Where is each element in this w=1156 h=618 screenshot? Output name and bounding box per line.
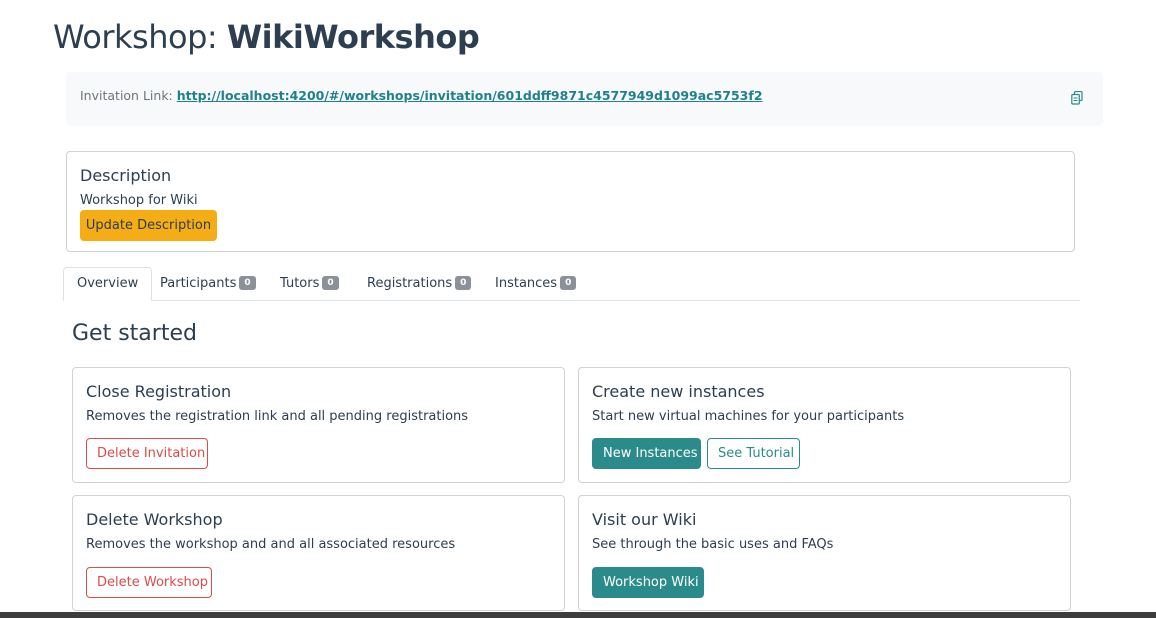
delete-workshop-title: Delete Workshop (86, 510, 223, 529)
delete-workshop-button[interactable]: Delete Workshop (86, 567, 212, 598)
registrations-count-badge: 0 (455, 275, 472, 290)
tab-tutors[interactable]: Tutors 0 (280, 267, 339, 301)
workshop-wiki-button[interactable]: Workshop Wiki (592, 567, 704, 598)
tab-registrations[interactable]: Registrations 0 (367, 267, 472, 301)
instances-count-badge: 0 (560, 275, 577, 290)
page-title-prefix: Workshop: (53, 18, 227, 56)
tab-registrations-label: Registrations (367, 276, 453, 291)
get-started-heading: Get started (72, 321, 197, 346)
tab-participants[interactable]: Participants 0 (160, 267, 256, 301)
tutors-count-badge: 0 (322, 275, 339, 290)
invitation-text: Invitation Link: http://localhost:4200/#… (80, 88, 763, 103)
description-text: Workshop for Wiki (80, 193, 198, 208)
workshop-tabs: Overview Participants 0 Tutors 0 Registrat… (63, 267, 1080, 301)
visit-wiki-text: See through the basic uses and FAQs (592, 537, 834, 552)
invitation-link[interactable]: http://localhost:4200/#/workshops/invita… (177, 88, 763, 103)
workshop-name: WikiWorkshop (226, 18, 480, 56)
close-registration-title: Close Registration (86, 382, 232, 401)
description-title: Description (80, 166, 172, 185)
description-card: Description Workshop for Wiki Update Des… (66, 151, 1075, 252)
copy-icon[interactable] (1071, 91, 1083, 105)
close-registration-card: Close Registration Removes the registrat… (72, 367, 565, 483)
tab-overview[interactable]: Overview (63, 267, 153, 301)
tab-instances-label: Instances (495, 276, 558, 291)
visit-wiki-title: Visit our Wiki (592, 510, 697, 529)
delete-workshop-card: Delete Workshop Removes the workshop and… (72, 495, 565, 611)
tab-instances[interactable]: Instances 0 (495, 267, 577, 301)
see-tutorial-button[interactable]: See Tutorial (707, 438, 800, 469)
invitation-label: Invitation Link: (80, 88, 177, 103)
bottom-edge-bar (0, 612, 1156, 618)
create-instances-text: Start new virtual machines for your part… (592, 409, 905, 424)
workshop-page: Workshop: WikiWorkshop Invitation Link: … (0, 0, 1156, 618)
tab-overview-label: Overview (77, 276, 139, 291)
update-description-button[interactable]: Update Description (80, 210, 217, 241)
tab-participants-label: Participants (160, 276, 237, 291)
close-registration-text: Removes the registration link and all pe… (86, 409, 469, 424)
new-instances-button[interactable]: New Instances (592, 438, 701, 469)
delete-invitation-button[interactable]: Delete Invitation (86, 438, 208, 469)
visit-wiki-card: Visit our Wiki See through the basic use… (578, 495, 1071, 611)
tab-tutors-label: Tutors (280, 276, 320, 291)
page-title: Workshop: WikiWorkshop (53, 18, 480, 56)
delete-workshop-text: Removes the workshop and and all associa… (86, 537, 456, 552)
create-instances-card: Create new instances Start new virtual m… (578, 367, 1071, 483)
invitation-box: Invitation Link: http://localhost:4200/#… (66, 72, 1103, 126)
participants-count-badge: 0 (239, 275, 256, 290)
create-instances-title: Create new instances (592, 382, 765, 401)
